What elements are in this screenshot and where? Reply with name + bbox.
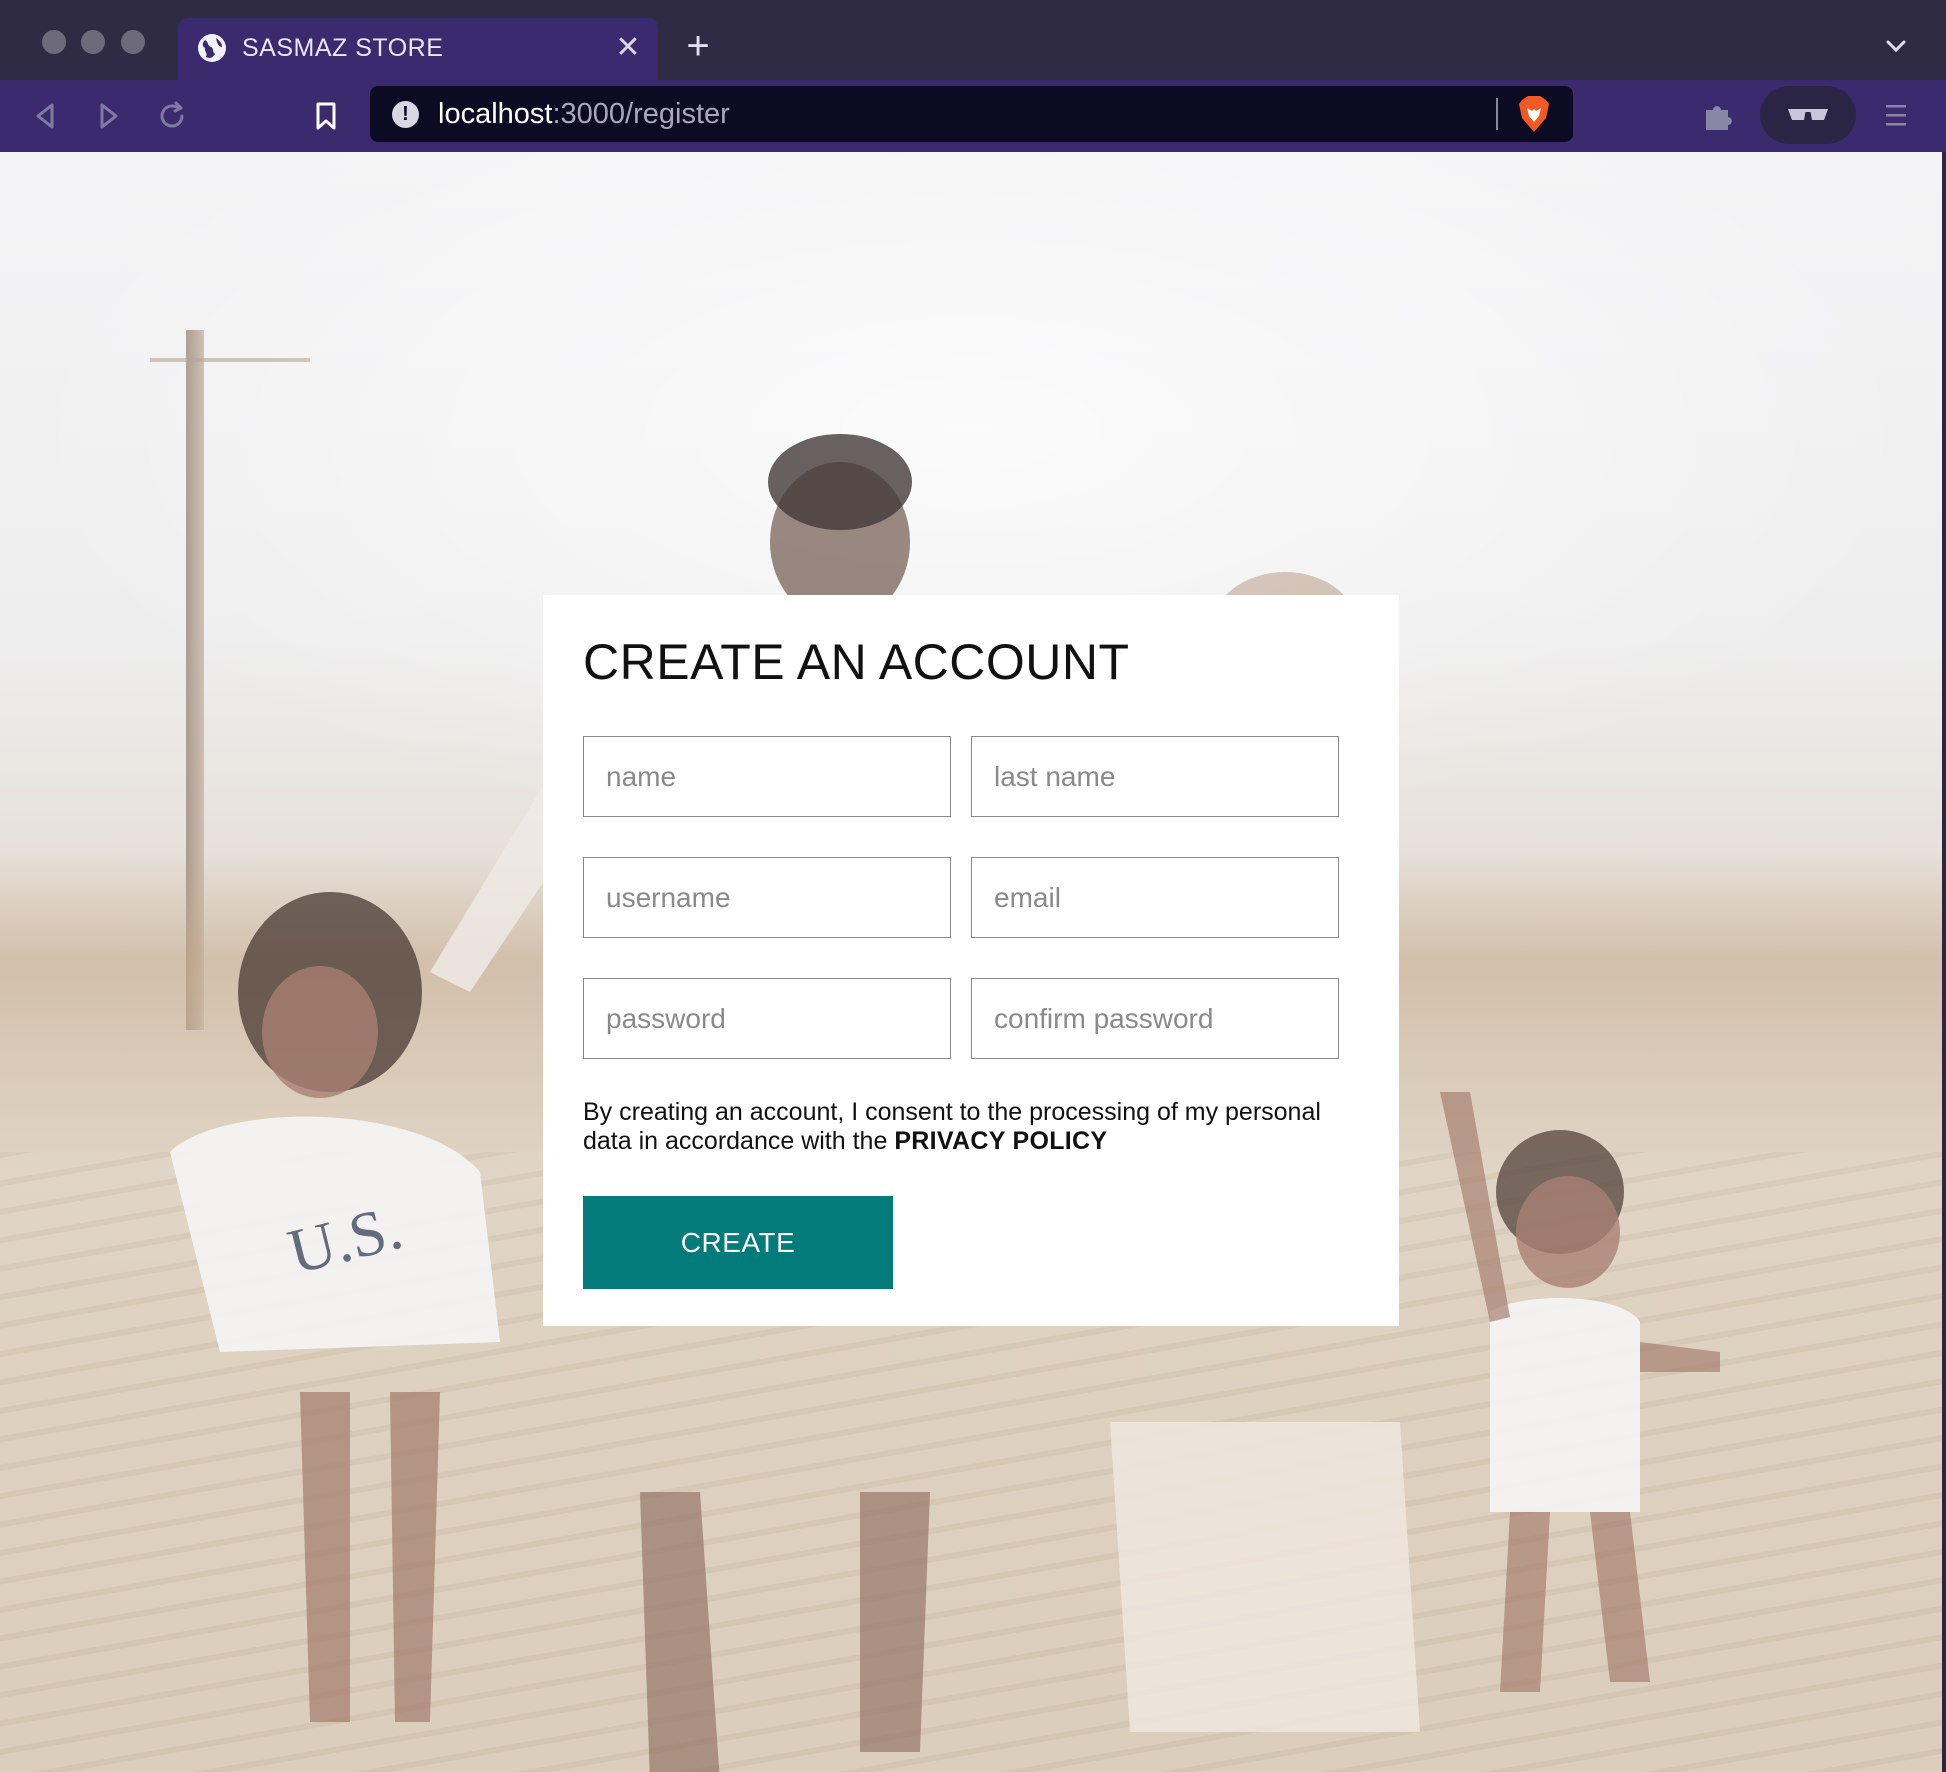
tab-strip: SASMAZ STORE ✕ + [0, 0, 1946, 80]
create-button[interactable]: CREATE [583, 1196, 893, 1289]
url-path: :3000/register [552, 98, 730, 130]
last-name-input[interactable] [971, 736, 1339, 817]
register-card: CREATE AN ACCOUNT By creating an account… [543, 595, 1399, 1326]
profile-button[interactable] [1760, 86, 1856, 144]
bookmark-icon[interactable] [306, 96, 346, 136]
close-icon[interactable]: ✕ [612, 32, 644, 64]
browser-window: SASMAZ STORE ✕ + ! localhost:3000/regist… [0, 0, 1946, 1772]
brave-lion-icon[interactable] [1516, 94, 1552, 134]
globe-icon [198, 34, 226, 62]
puzzle-icon[interactable] [1700, 98, 1736, 134]
url-divider [1496, 98, 1498, 130]
forward-icon[interactable] [88, 96, 128, 136]
menu-icon[interactable] [1882, 100, 1910, 130]
zoom-window-icon[interactable] [121, 30, 145, 54]
address-bar[interactable]: ! localhost:3000/register [370, 86, 1573, 142]
close-window-icon[interactable] [42, 30, 66, 54]
username-input[interactable] [583, 857, 951, 938]
reload-icon[interactable] [152, 96, 192, 136]
tab-title: SASMAZ STORE [242, 34, 444, 62]
confirm-password-input[interactable] [971, 978, 1339, 1059]
consent-text: By creating an account, I consent to the… [583, 1098, 1323, 1156]
back-icon[interactable] [26, 96, 66, 136]
name-input[interactable] [583, 736, 951, 817]
url-host: localhost [438, 98, 553, 130]
browser-toolbar: ! localhost:3000/register [0, 80, 1946, 152]
email-input[interactable] [971, 857, 1339, 938]
page-title: CREATE AN ACCOUNT [583, 634, 1130, 690]
chevron-down-icon[interactable] [1880, 30, 1912, 62]
plus-icon[interactable]: + [678, 26, 718, 66]
sunglasses-icon [1788, 109, 1828, 120]
window-edge [1942, 152, 1946, 1772]
register-page: U.S. CREATE AN ACCOUNT By creating [0, 152, 1942, 1772]
privacy-policy-link[interactable]: PRIVACY POLICY [894, 1127, 1107, 1155]
info-icon[interactable]: ! [392, 101, 419, 128]
minimize-window-icon[interactable] [81, 30, 105, 54]
url-text[interactable]: localhost:3000/register [438, 98, 730, 131]
password-input[interactable] [583, 978, 951, 1059]
tab-sasmaz-store[interactable]: SASMAZ STORE ✕ [178, 18, 658, 80]
